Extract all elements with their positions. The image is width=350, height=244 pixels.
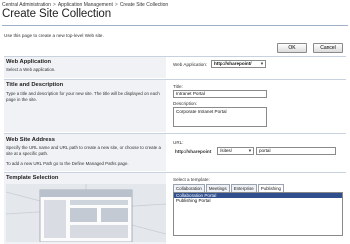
description-textarea[interactable]: Corporate Intranet Portal (173, 107, 267, 127)
address-heading: Web Site Address (6, 137, 55, 143)
tab-meetings[interactable]: Meetings (205, 184, 230, 192)
url-name-input[interactable]: portal (256, 147, 336, 155)
title-description-heading: Title and Description (6, 82, 64, 88)
managed-paths-note: To add a new URL Path go to the Define M… (6, 161, 129, 166)
title-description-help: Type a title and description for your ne… (6, 91, 160, 102)
url-prefix: http://sharepoint (175, 149, 212, 154)
template-heading: Template Selection (6, 175, 59, 181)
web-application-value: http://sharepoint/ (214, 61, 252, 66)
description-label: Description: (173, 101, 198, 106)
select-template-label: Select a template: (173, 177, 210, 182)
tab-enterprise[interactable]: Enterprise (230, 184, 257, 192)
web-application-heading: Web Application (6, 59, 52, 65)
tab-collaboration[interactable]: Collaboration (173, 184, 205, 192)
chevron-down-icon: ▼ (259, 61, 264, 66)
title-divider (2, 25, 348, 26)
path-value: /sites/ (220, 148, 232, 153)
template-tabs: Collaboration Meetings Enterprise Publis… (173, 184, 285, 192)
url-label: URL: (173, 140, 184, 145)
template-item-publishing-portal[interactable]: Publishing Portal (174, 198, 342, 203)
web-application-select[interactable]: http://sharepoint/ ▼ (211, 60, 266, 68)
cancel-button[interactable]: Cancel (313, 43, 343, 53)
page-title: Create Site Collection (2, 8, 112, 20)
address-description: Specify the URL name and URL path to cre… (6, 145, 161, 156)
tab-publishing[interactable]: Publishing (257, 184, 284, 192)
breadcrumb-item-current: Create Site Collection (119, 2, 169, 8)
template-listbox[interactable]: Collaboration Portal Publishing Portal (173, 192, 343, 236)
chevron-down-icon: ▼ (247, 148, 252, 153)
page-intro: Use this page to create a new top-level … (4, 33, 104, 38)
ok-button[interactable]: OK (277, 43, 307, 53)
breadcrumb-separator: > (114, 2, 118, 8)
title-input[interactable]: Intranet Portal (173, 90, 267, 98)
template-preview-graphic (6, 184, 166, 242)
title-label: Title: (173, 84, 183, 89)
web-application-label: Web Application: (173, 62, 208, 67)
template-preview-image (6, 184, 166, 242)
web-application-description: Select a Web application. (6, 67, 56, 72)
path-select[interactable]: /sites/ ▼ (217, 147, 254, 155)
